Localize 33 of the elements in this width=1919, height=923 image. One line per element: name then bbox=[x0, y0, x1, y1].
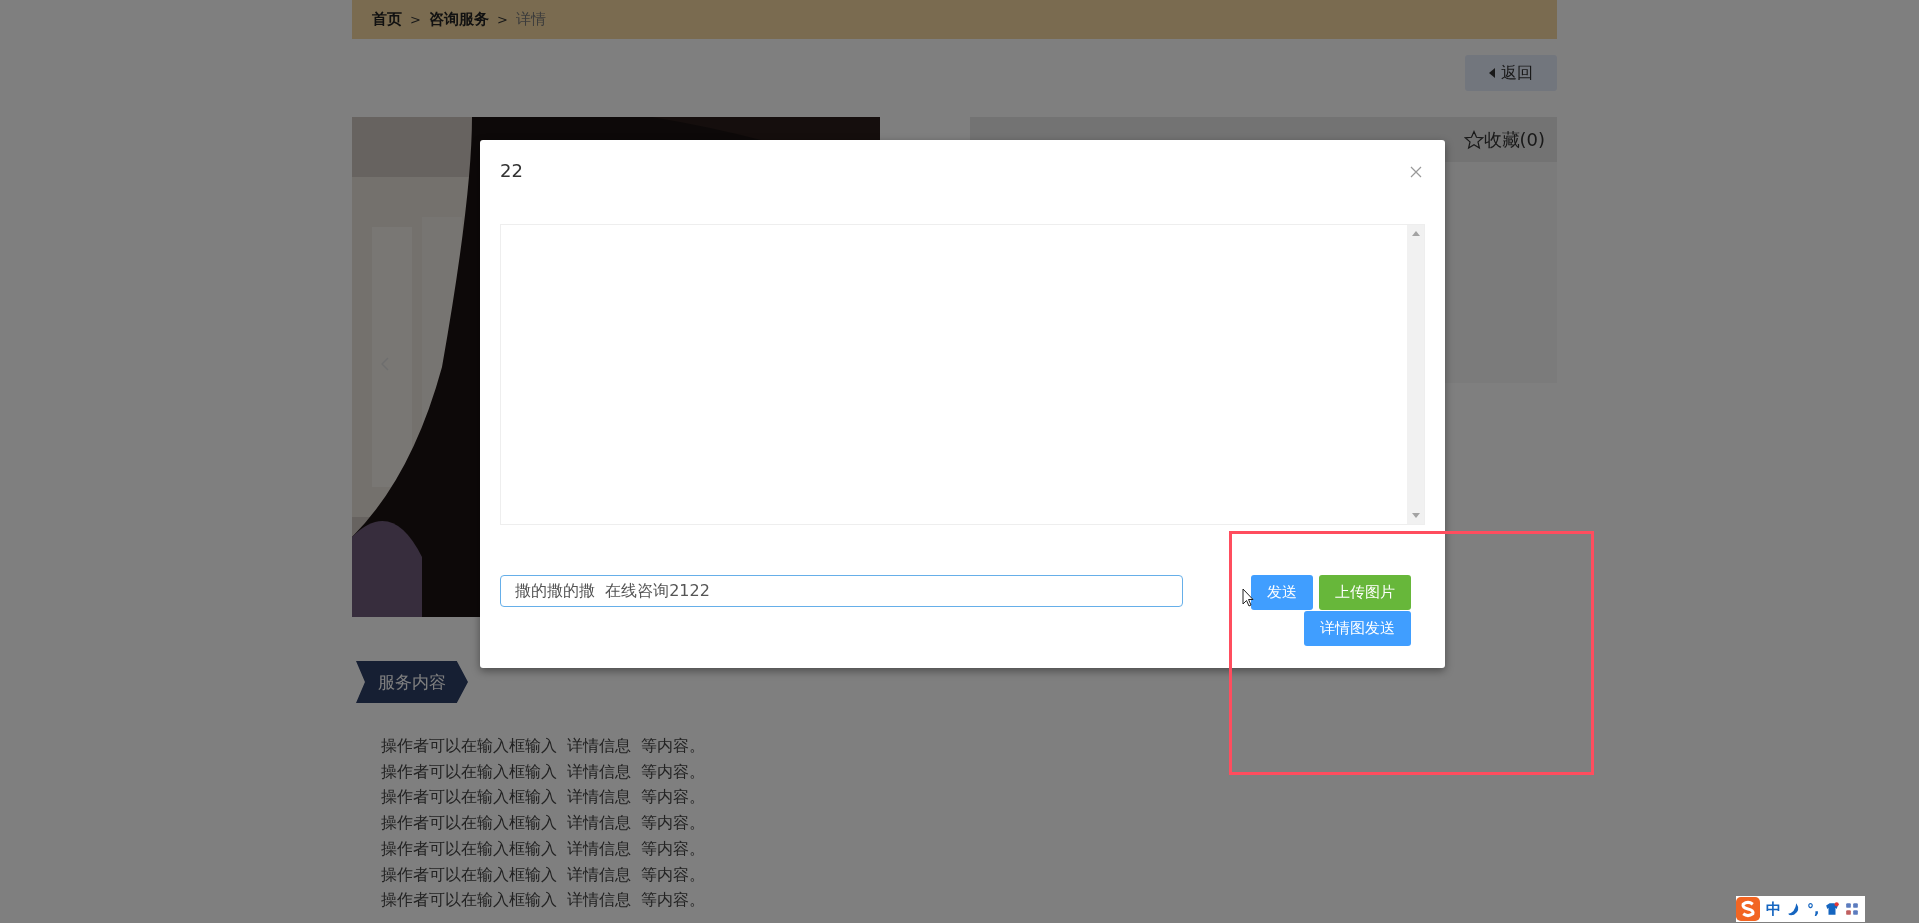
star-icon bbox=[1463, 129, 1484, 150]
description-line: 操作者可以在输入框输入 详情信息 等内容。 bbox=[381, 863, 707, 886]
description-line: 操作者可以在输入框输入 详情信息 等内容。 bbox=[381, 812, 707, 835]
caret-icon bbox=[1489, 68, 1495, 78]
breadcrumb-separator: > bbox=[410, 12, 421, 27]
scrollbar[interactable] bbox=[1407, 225, 1424, 524]
section-tag: 服务内容 bbox=[356, 661, 468, 703]
description-line: 操作者可以在输入框输入 详情信息 等内容。 bbox=[381, 760, 707, 783]
mouse-pointer-icon bbox=[1242, 588, 1254, 607]
description-line: 操作者可以在输入框输入 详情信息 等内容。 bbox=[381, 889, 707, 912]
breadcrumb-link[interactable]: 详情 bbox=[515, 10, 546, 29]
breadcrumb-separator: > bbox=[496, 12, 508, 27]
input-mode-toggle[interactable]: 中 bbox=[1766, 899, 1781, 919]
close-icon[interactable] bbox=[1410, 166, 1422, 178]
scroll-down-icon[interactable] bbox=[1412, 513, 1420, 518]
breadcrumb-link[interactable]: 咨询服务 bbox=[428, 10, 489, 29]
description-line: 操作者可以在输入框输入 详情信息 等内容。 bbox=[381, 786, 707, 809]
punctuation-toggle[interactable]: °, bbox=[1807, 901, 1820, 917]
description-line: 操作者可以在输入框输入 详情信息 等内容。 bbox=[381, 735, 707, 757]
send-button[interactable]: 详情图发送 bbox=[1304, 611, 1411, 646]
moon-icon[interactable] bbox=[1787, 902, 1801, 916]
back-button[interactable]: 返回 bbox=[1465, 55, 1557, 91]
breadcrumb-link[interactable]: 首页 bbox=[372, 10, 402, 29]
shirt-icon[interactable] bbox=[1825, 902, 1840, 916]
dialog-title: 22 bbox=[500, 160, 523, 181]
favorite-button[interactable]: 收藏(0) bbox=[1463, 127, 1545, 152]
scroll-up-icon[interactable] bbox=[1412, 231, 1420, 236]
message-input[interactable]: 撒的撒的撒 在线咨询2122 bbox=[500, 575, 1183, 607]
upload-button[interactable]: 上传图片 bbox=[1319, 575, 1411, 610]
grid-icon[interactable] bbox=[1845, 902, 1860, 916]
send-button[interactable]: 发送 bbox=[1251, 575, 1313, 610]
description-line: 操作者可以在输入框输入 详情信息 等内容。 bbox=[381, 837, 707, 860]
ime-logo-icon[interactable] bbox=[1736, 897, 1760, 921]
